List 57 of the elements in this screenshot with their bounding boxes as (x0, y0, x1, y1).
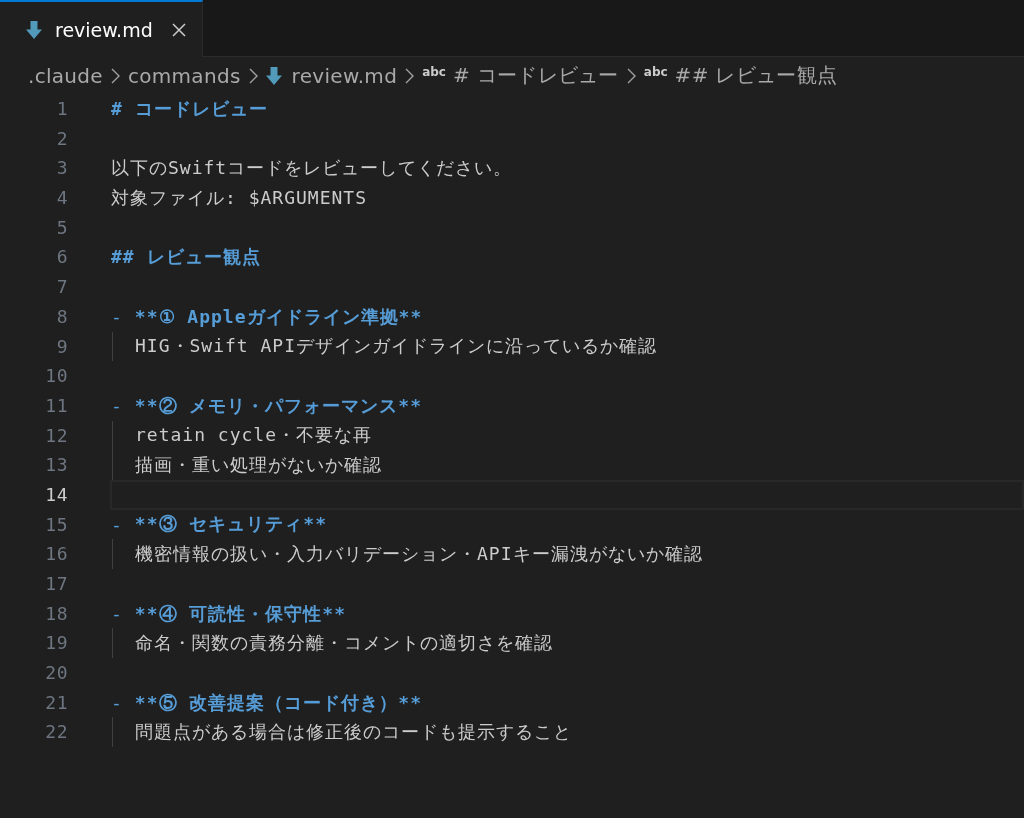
down-arrow-icon (265, 66, 282, 85)
line-number: 12 (44, 423, 68, 448)
line-number: 20 (44, 661, 68, 686)
line-number: 21 (44, 690, 68, 715)
breadcrumb-item[interactable]: abc # コードレビュー (422, 62, 619, 89)
line-number: 8 (55, 304, 68, 329)
list-item-text: **④ 可読性・保守性** (134, 601, 347, 626)
list-item-text: **⑤ 改善提案（コード付き）** (134, 690, 423, 715)
line-number: 2 (55, 126, 68, 151)
list-marker: - (111, 513, 123, 535)
line-number: 19 (44, 631, 68, 656)
breadcrumb-item[interactable]: review.md (265, 63, 398, 88)
line-number: 15 (44, 512, 68, 537)
line-number: 9 (55, 334, 68, 359)
line-number: 7 (55, 275, 68, 300)
string-symbol-icon: abc (422, 64, 446, 79)
breadcrumb-item[interactable]: abc ## レビュー観点 (643, 62, 838, 89)
code-text: 対象ファイル: $ARGUMENTS (111, 185, 368, 210)
list-marker: - (111, 306, 123, 328)
code-text: 問題点がある場合は修正後のコードも提示すること (135, 720, 572, 745)
editor-tab[interactable]: review.md (0, 0, 203, 57)
heading-text: # コードレビュー (111, 96, 268, 121)
line-number: 22 (44, 720, 68, 745)
line-number: 14 (44, 482, 68, 507)
code-text: HIG・Swift APIデザインガイドラインに沿っているか確認 (135, 334, 658, 359)
close-icon (171, 22, 186, 37)
line-number: 17 (44, 572, 68, 596)
heading-text: ## レビュー観点 (111, 245, 261, 270)
list-item-text: **① Appleガイドライン準拠** (134, 304, 423, 329)
line-number: 11 (44, 393, 68, 418)
down-arrow-icon (26, 20, 42, 39)
string-symbol-icon: abc (643, 64, 668, 79)
code-text: 以下のSwiftコードをレビューしてください。 (111, 156, 513, 181)
list-item-text: **② メモリ・パフォーマンス** (134, 393, 423, 418)
list-marker: - (111, 603, 123, 625)
chevron-right-icon (626, 67, 636, 84)
code-text: 機密情報の扱い・入力バリデーション・APIキー漏洩がないか確認 (135, 542, 703, 567)
breadcrumb-item[interactable]: .claude (28, 63, 103, 88)
list-item-text: **③ セキュリティ** (134, 512, 328, 537)
line-number: 4 (55, 186, 68, 211)
line-number: 5 (55, 215, 68, 240)
line-number: 3 (55, 156, 68, 181)
code-text: 描画・重い処理がないか確認 (135, 453, 382, 478)
chevron-right-icon (248, 67, 258, 84)
line-number: 1 (55, 97, 68, 121)
breadcrumb-item[interactable]: commands (127, 63, 241, 88)
code-text: 命名・関数の責務分離・コメントの適切さを確認 (135, 631, 553, 656)
code-text: retain cycle・不要な再 (135, 423, 373, 448)
line-number: 16 (44, 542, 68, 567)
line-number: 18 (44, 601, 68, 626)
line-number: 13 (44, 453, 68, 478)
chevron-right-icon (405, 67, 415, 84)
line-number: 6 (55, 245, 68, 270)
list-marker: - (111, 395, 123, 417)
line-number: 10 (44, 364, 68, 389)
list-marker: - (111, 692, 123, 714)
chevron-right-icon (110, 67, 120, 84)
